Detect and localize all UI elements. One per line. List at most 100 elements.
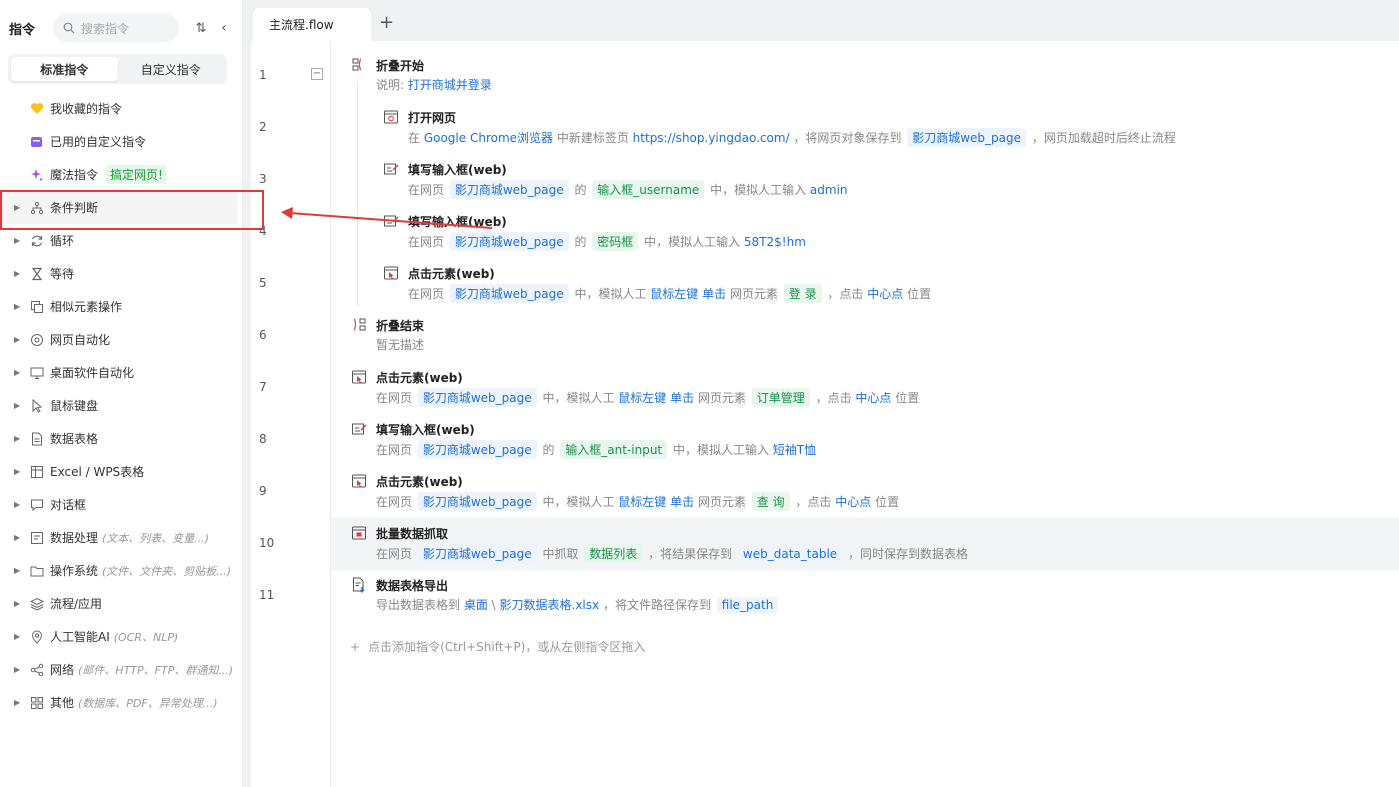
flow-statement[interactable]: 填写输入框(web) 在网页 影刀商城web_page 的 输入框_usernam… (331, 154, 1399, 206)
expand-arrow-icon[interactable]: ▶ (14, 269, 22, 278)
favorite-item-collected[interactable]: 我收藏的指令 (0, 92, 243, 125)
collapse-icon[interactable]: ‹ (217, 20, 231, 36)
category-item[interactable]: ▶ Excel / WPS表格 (0, 455, 243, 488)
variable-tag[interactable]: 影刀商城web_page (417, 388, 537, 407)
param-link[interactable]: 打开商城并登录 (408, 76, 492, 93)
category-item[interactable]: ▶ 其他 (数据库、PDF、异常处理...) (0, 686, 243, 719)
param-link[interactable]: 短袖T恤 (773, 441, 816, 458)
flow-statement[interactable]: 点击元素(web) 在网页 影刀商城web_page 中，模拟人工 鼠标左键 单击… (331, 258, 1399, 310)
element-tag[interactable]: 输入框_ant-input (560, 440, 668, 459)
category-item[interactable]: ▶ 对话框 (0, 488, 243, 521)
expand-arrow-icon[interactable]: ▶ (14, 500, 22, 509)
category-item[interactable]: ▶ 流程/应用 (0, 587, 243, 620)
expand-arrow-icon[interactable]: ▶ (14, 566, 22, 575)
category-name: 条件判断 (50, 201, 99, 215)
search-input[interactable]: 搜索指令 (53, 14, 179, 42)
favorite-item-magic[interactable]: 魔法指令 搞定网页! (0, 158, 243, 191)
expand-arrow-icon[interactable]: ▶ (14, 533, 22, 542)
expand-arrow-icon[interactable]: ▶ (14, 665, 22, 674)
element-tag[interactable]: 数据列表 (584, 544, 643, 563)
element-tag[interactable]: 订单管理 (751, 388, 810, 407)
variable-tag[interactable]: 影刀商城web_page (417, 544, 537, 563)
expand-arrow-icon[interactable]: ▶ (14, 368, 22, 377)
category-item[interactable]: ▶ 操作系统 (文件、文件夹、剪贴板...) (0, 554, 243, 587)
magic-badge[interactable]: 搞定网页! (106, 165, 167, 184)
category-name: 桌面软件自动化 (50, 366, 135, 380)
statement-title: 点击元素(web) (408, 267, 495, 281)
variable-tag[interactable]: 影刀商城web_page (449, 180, 569, 199)
variable-tag[interactable]: 影刀商城web_page (417, 492, 537, 511)
param-link[interactable]: 鼠标左键 (618, 493, 666, 510)
fold-toggle-icon[interactable]: − (311, 68, 323, 80)
category-item[interactable]: ▶ 等待 (0, 257, 243, 290)
expand-arrow-icon[interactable]: ▶ (14, 335, 22, 344)
param-link[interactable]: 鼠标左键 (650, 285, 698, 302)
add-tab-button[interactable]: + (379, 12, 394, 33)
category-item[interactable]: ▶ 鼠标键盘 (0, 389, 243, 422)
variable-tag[interactable]: file_path (716, 596, 779, 613)
param-link[interactable]: 58T2$!hm (744, 235, 806, 249)
variable-tag[interactable]: web_data_table (737, 545, 843, 562)
element-tag[interactable]: 登 录 (783, 284, 822, 303)
param-link[interactable]: admin (810, 183, 848, 197)
expand-arrow-icon[interactable]: ▶ (14, 434, 22, 443)
panel-divider[interactable] (243, 0, 251, 787)
param-link[interactable]: Google Chrome浏览器 (424, 129, 553, 146)
param-link[interactable]: 影刀数据表格.xlsx (500, 596, 600, 613)
category-item[interactable]: ▶ 网络 (邮件、HTTP、FTP、群通知...) (0, 653, 243, 686)
flow-statement[interactable]: 批量数据抓取 在网页 影刀商城web_page 中抓取 数据列表 ，将结果保存到 … (331, 518, 1399, 570)
expand-arrow-icon[interactable]: ▶ (14, 632, 22, 641)
flow-statement[interactable]: 填写输入框(web) 在网页 影刀商城web_page 的 输入框_ant-inp… (331, 414, 1399, 466)
flow-statement[interactable]: 打开网页在 Google Chrome浏览器 中新建标签页 https://sh… (331, 102, 1399, 154)
category-item[interactable]: ▶ 数据处理 (文本、列表、变量...) (0, 521, 243, 554)
instruction-sidebar: 指令 搜索指令 ⇅ ‹ 标准指令 自定义指令 我收藏的指令 已用的自定义指令 魔… (0, 0, 243, 787)
category-item[interactable]: ▶ 人工智能AI (OCR、NLP) (0, 620, 243, 653)
line-number: 1 (259, 68, 267, 82)
favorite-item-used-custom[interactable]: 已用的自定义指令 (0, 125, 243, 158)
fold-end-icon (351, 317, 367, 333)
expand-arrow-icon[interactable]: ▶ (14, 203, 22, 212)
category-subtitle: (邮件、HTTP、FTP、群通知...) (78, 664, 234, 677)
expand-arrow-icon[interactable]: ▶ (14, 401, 22, 410)
flow-statement[interactable]: 点击元素(web) 在网页 影刀商城web_page 中，模拟人工 鼠标左键 单击… (331, 466, 1399, 518)
expand-arrow-icon[interactable]: ▶ (14, 467, 22, 476)
tab-standard[interactable]: 标准指令 (11, 57, 118, 81)
category-item[interactable]: ▶ 循环 (0, 224, 243, 257)
category-item[interactable]: ▶ 条件判断 (0, 191, 237, 224)
element-tag[interactable]: 密码框 (592, 232, 639, 251)
add-instruction-hint[interactable]: + 点击添加指令(Ctrl+Shift+P)，或从左侧指令区拖入 (350, 638, 645, 655)
category-item[interactable]: ▶ 网页自动化 (0, 323, 243, 356)
category-item[interactable]: ▶ 相似元素操作 (0, 290, 243, 323)
param-link[interactable]: 桌面 (464, 596, 488, 613)
param-link[interactable]: 单击 (702, 285, 726, 302)
expand-arrow-icon[interactable]: ▶ (14, 599, 22, 608)
category-item[interactable]: ▶ 桌面软件自动化 (0, 356, 243, 389)
element-tag[interactable]: 查 询 (751, 492, 790, 511)
flow-statement[interactable]: 填写输入框(web) 在网页 影刀商城web_page 的 密码框 中，模拟人工输… (331, 206, 1399, 258)
expand-arrow-icon[interactable]: ▶ (14, 236, 22, 245)
tab-main-flow[interactable]: 主流程.flow (253, 8, 371, 41)
param-link[interactable]: 单击 (670, 389, 694, 406)
flow-statement[interactable]: 点击元素(web) 在网页 影刀商城web_page 中，模拟人工 鼠标左键 单击… (331, 362, 1399, 414)
element-tag[interactable]: 输入框_username (592, 180, 705, 199)
param-link[interactable]: 中心点 (867, 285, 903, 302)
tab-custom[interactable]: 自定义指令 (118, 57, 225, 81)
param-link[interactable]: 中心点 (835, 493, 871, 510)
line-number: 10 (259, 536, 275, 550)
param-link[interactable]: 鼠标左键 (618, 389, 666, 406)
variable-tag[interactable]: 影刀商城web_page (907, 128, 1026, 147)
variable-tag[interactable]: 影刀商城web_page (449, 232, 569, 251)
expand-arrow-icon[interactable]: ▶ (14, 698, 22, 707)
sort-icon[interactable]: ⇅ (191, 21, 211, 36)
flow-statement[interactable]: 折叠开始 说明: 打开商城并登录 (331, 50, 1399, 102)
loop-icon (30, 234, 44, 248)
category-item[interactable]: ▶ 数据表格 (0, 422, 243, 455)
param-link[interactable]: https://shop.yingdao.com/ (633, 131, 790, 145)
variable-tag[interactable]: 影刀商城web_page (449, 284, 569, 303)
flow-statement[interactable]: 数据表格导出 导出数据表格到 桌面 \ 影刀数据表格.xlsx ，将文件路径保存到… (331, 570, 1399, 622)
param-link[interactable]: 单击 (670, 493, 694, 510)
variable-tag[interactable]: 影刀商城web_page (417, 440, 537, 459)
param-link[interactable]: 中心点 (855, 389, 891, 406)
flow-statement[interactable]: 折叠结束 暂无描述 (331, 310, 1399, 362)
expand-arrow-icon[interactable]: ▶ (14, 302, 22, 311)
